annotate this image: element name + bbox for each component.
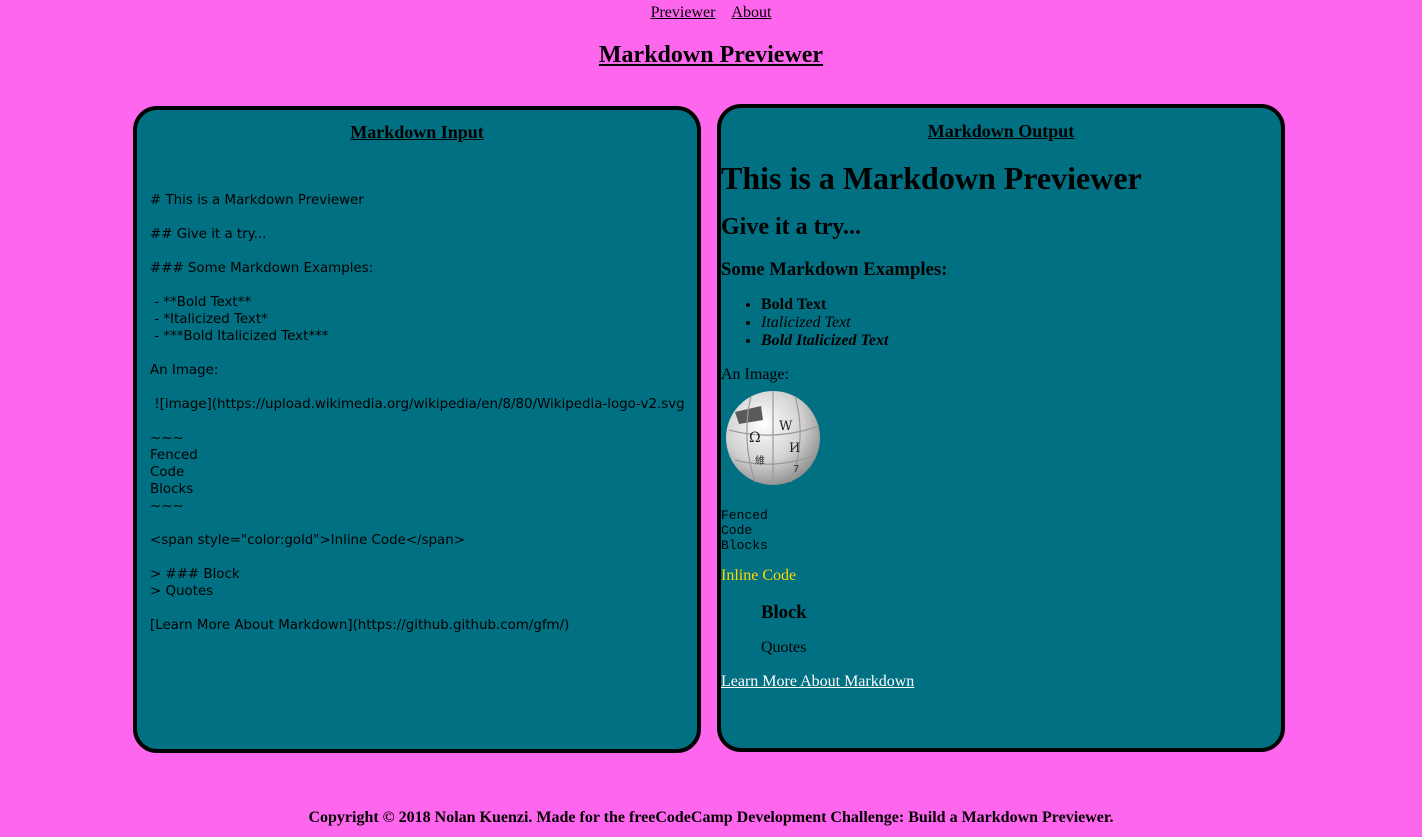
preview-blockquote: Block Quotes	[761, 601, 1281, 657]
markdown-editor[interactable]: # This is a Markdown Previewer ## Give i…	[150, 192, 685, 732]
list-item: Bold Italicized Text	[761, 332, 1281, 350]
preview-heading-1: This is a Markdown Previewer	[721, 160, 1142, 196]
preview-heading-2: Give it a try...	[721, 214, 861, 240]
nav-link-previewer[interactable]: Previewer	[651, 4, 716, 21]
top-nav: Previewer About	[0, 4, 1422, 22]
footer-copyright: Copyright © 2018 Nolan Kuenzi. Made for …	[308, 809, 1114, 826]
markdown-output-panel: Markdown Output This is a Markdown Previ…	[717, 104, 1285, 752]
svg-text:維: 維	[755, 454, 765, 467]
blockquote-heading: Block	[761, 602, 807, 623]
list-item: Bold Text	[761, 296, 1281, 314]
preview-code-block: Fenced Code Blocks	[721, 508, 768, 553]
svg-text:И: И	[789, 441, 800, 456]
markdown-input-panel: Markdown Input # This is a Markdown Prev…	[133, 106, 701, 753]
input-panel-title: Markdown Input	[350, 122, 484, 142]
svg-text:7: 7	[793, 464, 799, 475]
image-label: An Image:	[721, 366, 789, 383]
output-panel-title: Markdown Output	[927, 121, 1075, 141]
learn-more-link[interactable]: Learn More About Markdown	[721, 673, 914, 691]
nav-link-about[interactable]: About	[731, 4, 771, 21]
list-item: Italicized Text	[761, 314, 1281, 332]
preview-inline-code: Inline Code	[721, 567, 797, 584]
svg-text:W: W	[779, 419, 793, 434]
markdown-preview: This is a Markdown Previewer Give it a t…	[721, 158, 1281, 691]
preview-list: Bold Text Italicized Text Bold Italicize…	[721, 296, 1281, 350]
svg-text:Ω: Ω	[749, 430, 761, 446]
blockquote-text: Quotes	[761, 639, 807, 656]
preview-heading-3: Some Markdown Examples:	[721, 259, 948, 280]
wikipedia-globe-icon: Ω W И 維 7	[726, 391, 820, 485]
page-title: Markdown Previewer	[598, 42, 824, 68]
